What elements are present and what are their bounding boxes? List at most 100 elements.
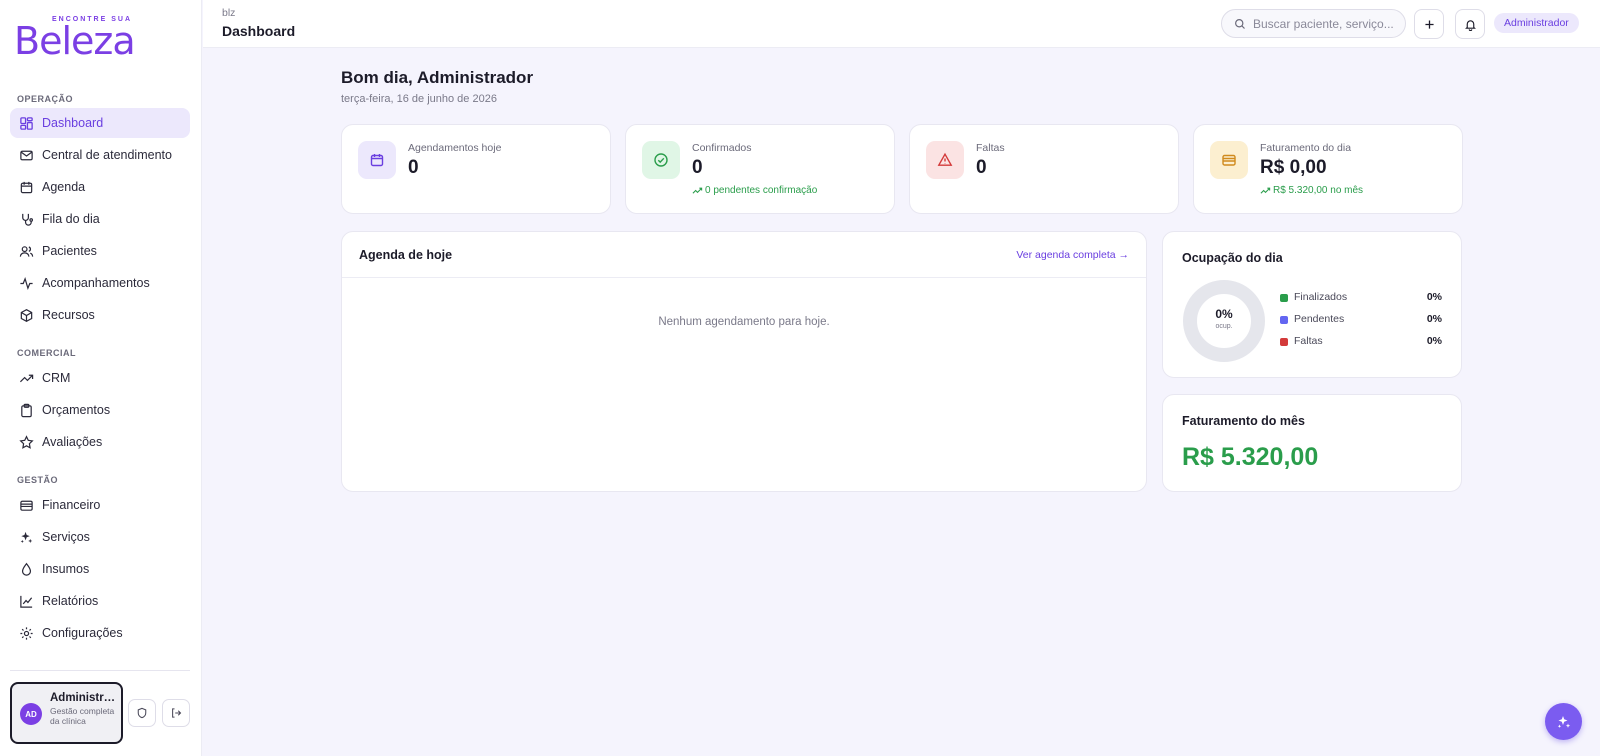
- stat-icon-box: [358, 141, 396, 179]
- legend-swatch: [1280, 338, 1288, 346]
- donut-ring: [1183, 280, 1265, 362]
- legend-label: Pendentes: [1294, 313, 1345, 325]
- view-full-agenda-link[interactable]: Ver agenda completa →: [1016, 249, 1129, 261]
- notifications-button[interactable]: [1455, 9, 1485, 39]
- month-revenue-title: Faturamento do mês: [1182, 414, 1305, 428]
- sidebar-item-label: Central de atendimento: [42, 148, 172, 162]
- stat-icon-box: [1210, 141, 1248, 179]
- user-name: Administrador: [50, 692, 120, 704]
- trending-up-icon: [19, 374, 34, 382]
- legend-row-pendentes: Pendentes 0%: [1280, 313, 1442, 327]
- stat-label: Faltas: [976, 142, 1005, 154]
- stat-subtext: 0 pendentes confirmação: [692, 185, 817, 196]
- month-revenue-value: R$ 5.320,00: [1182, 443, 1319, 471]
- stat-value: R$ 0,00: [1260, 157, 1327, 178]
- occupancy-panel: Ocupação do dia 0% ocup. Finalizados 0% …: [1162, 231, 1462, 378]
- sidebar-item-crm[interactable]: CRM: [10, 363, 190, 393]
- bell-icon: [1464, 19, 1476, 31]
- sidebar-item-pacientes[interactable]: Pacientes: [10, 236, 190, 266]
- sidebar-item-label: Avaliações: [42, 435, 103, 449]
- stat-icon-box: [926, 141, 964, 179]
- stat-card-faltas[interactable]: Faltas 0: [909, 124, 1179, 214]
- stat-label: Confirmados: [692, 142, 752, 154]
- greeting: Bom dia, Administrador: [341, 68, 534, 87]
- stat-card-agendamentos[interactable]: Agendamentos hoje 0: [341, 124, 611, 214]
- legend-value: 0%: [1426, 313, 1442, 325]
- stat-label: Agendamentos hoje: [408, 142, 502, 154]
- sidebar-item-label: Recursos: [42, 308, 95, 322]
- stat-subtext-label: R$ 5.320,00 no mês: [1273, 185, 1364, 196]
- user-profile-card[interactable]: AD Administrador Gestão completa da clín…: [10, 682, 123, 744]
- sparkles-icon: [1557, 715, 1570, 728]
- sidebar-item-label: Financeiro: [42, 498, 101, 512]
- agenda-empty-state: Nenhum agendamento para hoje.: [658, 316, 830, 328]
- legend-row-finalizados: Finalizados 0%: [1280, 291, 1442, 305]
- role-badge[interactable]: Administrador: [1494, 13, 1579, 33]
- wallet-icon: [20, 500, 33, 511]
- shield-button[interactable]: [128, 699, 156, 727]
- search-input[interactable]: [1253, 16, 1393, 31]
- stat-icon-box: [642, 141, 680, 179]
- droplet-icon: [21, 562, 32, 576]
- stat-subtext-label: 0 pendentes confirmação: [705, 185, 818, 196]
- stat-value: 0: [408, 157, 419, 178]
- sidebar-item-acompanhamentos[interactable]: Acompanhamentos: [10, 268, 190, 298]
- sidebar-item-label: Insumos: [42, 562, 90, 576]
- sidebar-item-dashboard[interactable]: Dashboard: [10, 108, 190, 138]
- sidebar-item-financeiro[interactable]: Financeiro: [10, 490, 190, 520]
- check-circle-icon: [654, 153, 668, 167]
- legend-value: 0%: [1426, 335, 1442, 347]
- sidebar-item-insumos[interactable]: Insumos: [10, 554, 190, 584]
- sidebar-item-relatorios[interactable]: Relatórios: [10, 586, 190, 616]
- users-icon: [19, 245, 34, 257]
- brand-logo[interactable]: ENCONTRE SUA Beleza: [14, 14, 154, 63]
- stat-value: 0: [692, 157, 703, 178]
- sidebar-item-label: Serviços: [42, 530, 90, 544]
- gear-icon: [20, 626, 33, 640]
- sidebar-item-label: Acompanhamentos: [42, 276, 150, 290]
- sidebar-item-orcamentos[interactable]: Orçamentos: [10, 395, 190, 425]
- sidebar-item-label: Relatórios: [42, 594, 99, 608]
- legend-label: Finalizados: [1294, 291, 1348, 303]
- sparkles-icon: [20, 531, 33, 543]
- alert-triangle-icon: [937, 152, 953, 166]
- agenda-header: Agenda de hoje Ver agenda completa →: [342, 232, 1146, 278]
- avatar: AD: [20, 703, 42, 725]
- calendar-icon: [370, 154, 384, 167]
- legend-label: Faltas: [1294, 335, 1323, 347]
- legend-value: 0%: [1426, 291, 1442, 303]
- legend-row-faltas: Faltas 0%: [1280, 335, 1442, 349]
- current-date: terça-feira, 16 de junho de 2026: [341, 93, 497, 105]
- ai-assistant-button[interactable]: [1545, 703, 1582, 740]
- trending-up-icon: [692, 187, 703, 194]
- trending-up-icon: [1260, 187, 1271, 194]
- sidebar-item-agenda[interactable]: Agenda: [10, 172, 190, 202]
- sidebar-item-fila-do-dia[interactable]: Fila do dia: [10, 204, 190, 234]
- sidebar-item-central-atendimento[interactable]: Central de atendimento: [10, 140, 190, 170]
- sidebar-item-label: CRM: [42, 371, 71, 385]
- add-button[interactable]: [1414, 9, 1444, 39]
- section-title-comercial: COMERCIAL: [17, 348, 76, 358]
- breadcrumb[interactable]: blz: [222, 7, 235, 19]
- search-bar[interactable]: [1221, 9, 1406, 38]
- stat-card-confirmados[interactable]: Confirmados 0 0 pendentes confirmação: [625, 124, 895, 214]
- sidebar-item-servicos[interactable]: Serviços: [10, 522, 190, 552]
- occupancy-percent: 0%: [1215, 307, 1233, 321]
- box-icon: [20, 308, 33, 322]
- plus-icon: [1424, 19, 1434, 29]
- sidebar-item-configuracoes[interactable]: Configurações: [10, 618, 190, 648]
- section-title-operacao: OPERAÇÃO: [17, 94, 74, 104]
- sidebar-item-label: Agenda: [42, 180, 86, 194]
- activity-icon: [20, 276, 33, 290]
- stat-card-faturamento-dia[interactable]: Faturamento do dia R$ 0,00 R$ 5.320,00 n…: [1193, 124, 1463, 214]
- logout-button[interactable]: [162, 699, 190, 727]
- occupancy-title: Ocupação do dia: [1182, 251, 1283, 265]
- legend-swatch: [1280, 294, 1288, 302]
- shield-icon: [137, 707, 147, 719]
- month-revenue-panel: Faturamento do mês R$ 5.320,00: [1162, 394, 1462, 492]
- stat-value: 0: [976, 157, 987, 178]
- clipboard-icon: [21, 403, 32, 417]
- stethoscope-icon: [22, 213, 34, 226]
- sidebar-item-recursos[interactable]: Recursos: [10, 300, 190, 330]
- sidebar-item-avaliacoes[interactable]: Avaliações: [10, 427, 190, 457]
